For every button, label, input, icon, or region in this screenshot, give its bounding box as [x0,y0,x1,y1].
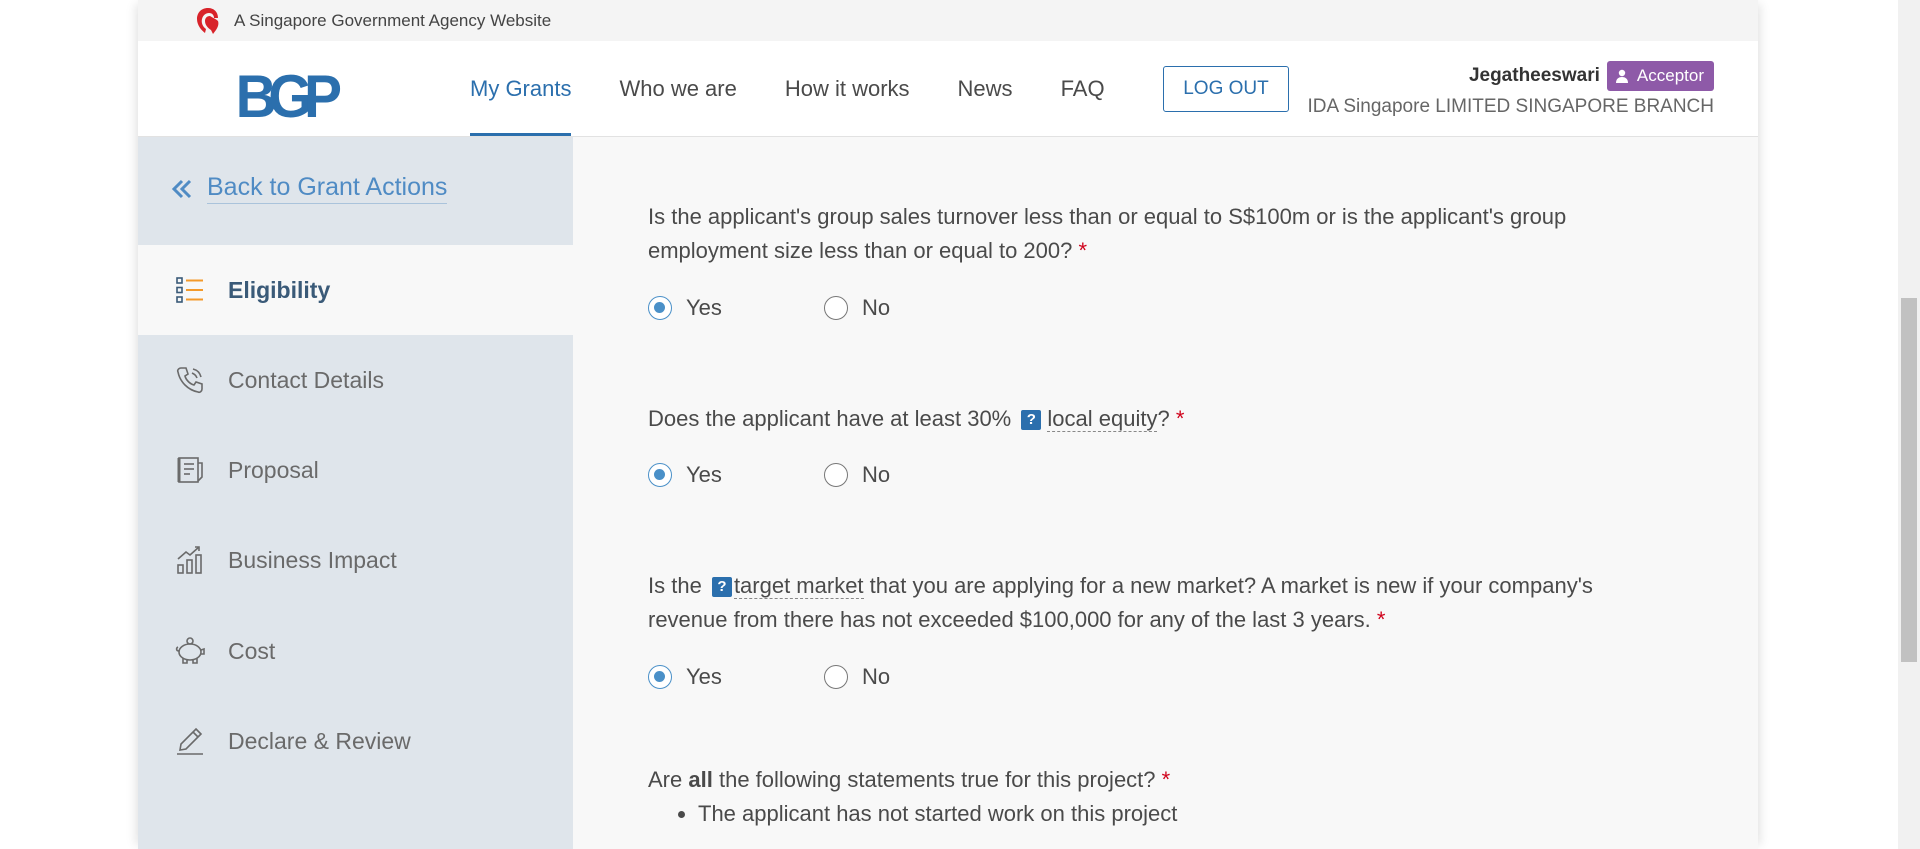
question-target-market: Is the ? target market that you are apply… [648,569,1593,637]
main-header: BGP My Grants Who we are How it works Ne… [138,41,1758,137]
piggy-bank-icon [174,635,206,667]
question-text: Does the applicant have at least 30% [648,406,1012,431]
main-nav: My Grants Who we are How it works News F… [470,41,1153,136]
question-text-line: Is the applicant's group sales turnover … [648,204,1567,229]
role-badge: Acceptor [1606,61,1714,91]
sidebar-item-contact-details[interactable]: Contact Details [138,335,573,425]
question-text: ? [1157,406,1170,431]
user-info: Jegatheeswari Acceptor IDA Singapore LIM… [1307,61,1714,118]
radio-group-q2: Yes No [648,462,890,488]
statements-list: The applicant has not started work on th… [648,797,1177,831]
radio-circle [824,296,848,320]
sidebar-item-cost[interactable]: Cost [138,606,573,696]
help-tooltip-icon[interactable]: ? [711,577,732,597]
document-icon [174,454,206,486]
sidebar-item-label: Declare & Review [228,727,411,754]
required-marker: * [1078,238,1088,263]
question-text: the following statements true for this p… [718,767,1156,792]
radio-circle [824,463,848,487]
bgp-logo[interactable]: BGP [233,63,342,130]
radio-label: Yes [686,664,722,689]
company-name: IDA Singapore LIMITED SINGAPORE BRANCH [1307,96,1714,117]
gov-banner-text: A Singapore Government Agency Website [234,11,552,30]
radio-group-q3: Yes No [648,664,890,690]
radio-label: No [862,664,891,689]
question-text: Is the [648,573,702,598]
question-local-equity: Does the applicant have at least 30% ? lo… [648,402,1184,436]
list-item: The applicant has not started work on th… [698,797,1177,831]
radio-no-q1[interactable]: No [824,295,890,321]
question-text: Are [648,767,683,792]
sidebar-item-eligibility[interactable]: Eligibility [138,245,573,335]
radio-circle [648,296,672,320]
question-text-line: employment size less than or equal to 20… [648,238,1073,263]
radio-label: Yes [686,462,722,487]
nav-faq[interactable]: FAQ [1061,41,1105,136]
radio-yes-q1[interactable]: Yes [648,295,824,321]
question-text-line: revenue from there has not exceeded $100… [648,607,1371,632]
sidebar-item-label: Contact Details [228,366,384,393]
role-label: Acceptor [1636,66,1704,85]
required-marker: * [1161,767,1171,792]
required-marker: * [1376,607,1386,632]
page-frame: A Singapore Government Agency Website BG… [138,0,1758,849]
tooltip-term-target-market[interactable]: target market [733,573,864,599]
lion-head-icon [197,8,219,34]
question-emphasis: all [688,767,713,792]
page-scrollbar[interactable] [1898,0,1920,849]
radio-circle [648,665,672,689]
tooltip-term-local-equity[interactable]: local equity [1047,406,1158,432]
sidebar-item-label: Business Impact [228,546,397,573]
nav-how-it-works[interactable]: How it works [785,41,910,136]
radio-no-q2[interactable]: No [824,462,890,488]
sidebar-item-label: Cost [228,637,276,664]
back-to-grant-actions-link[interactable]: Back to Grant Actions [171,173,448,204]
sidebar-item-label: Proposal [228,456,319,483]
sidebar-item-label: Eligibility [228,276,331,303]
sidebar-item-business-impact[interactable]: Business Impact [138,515,573,605]
back-link-label: Back to Grant Actions [207,173,448,204]
radio-circle [824,665,848,689]
radio-group-q1: Yes No [648,295,890,321]
growth-chart-icon [174,544,206,576]
question-text: that you are applying for a new market? … [869,573,1593,598]
person-icon [1615,69,1628,83]
double-chevron-left-icon [171,179,192,198]
logout-button[interactable]: LOG OUT [1163,66,1289,112]
scrollbar-thumb[interactable] [1901,298,1917,662]
radio-label: No [862,462,891,487]
radio-yes-q3[interactable]: Yes [648,664,824,690]
sidebar-item-proposal[interactable]: Proposal [138,425,573,515]
radio-yes-q2[interactable]: Yes [648,462,824,488]
radio-label: No [862,295,891,320]
phone-icon [174,364,206,396]
pen-signature-icon [174,725,206,757]
required-marker: * [1175,406,1185,431]
radio-circle [648,463,672,487]
radio-label: Yes [686,295,722,320]
eligibility-form: Is the applicant's group sales turnover … [648,137,1708,849]
logo-text: BGP [235,63,342,130]
question-all-statements: Are all the following statements true fo… [648,763,1170,797]
radio-no-q3[interactable]: No [824,664,890,690]
nav-news[interactable]: News [958,41,1013,136]
nav-who-we-are[interactable]: Who we are [619,41,736,136]
user-name: Jegatheeswari [1468,65,1600,86]
list-icon [174,274,206,306]
sidebar: Back to Grant Actions Eligibility Contac… [138,137,573,849]
gov-banner: A Singapore Government Agency Website [138,0,1758,41]
question-group-size: Is the applicant's group sales turnover … [648,200,1566,268]
nav-my-grants[interactable]: My Grants [470,41,572,136]
help-tooltip-icon[interactable]: ? [1021,410,1042,430]
sidebar-item-declare-review[interactable]: Declare & Review [138,696,573,786]
